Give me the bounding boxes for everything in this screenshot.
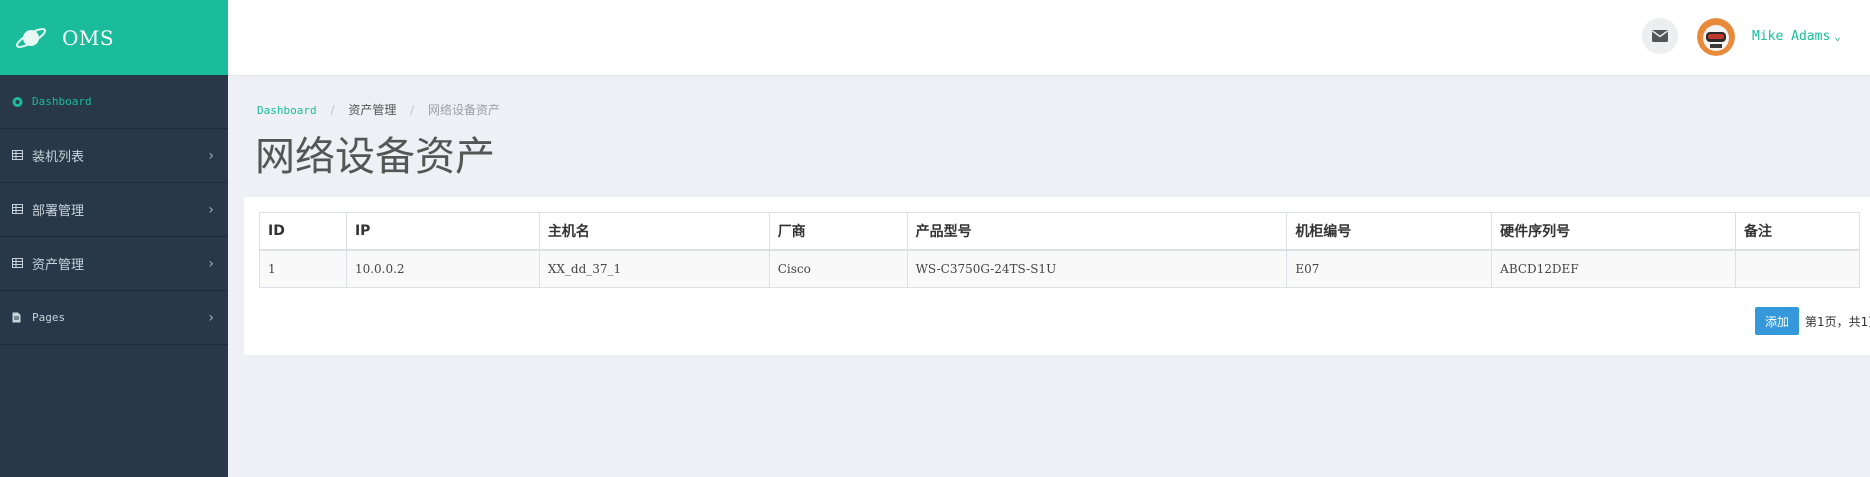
brand-title: OMS — [62, 25, 115, 50]
add-button[interactable]: 添加 — [1755, 307, 1799, 335]
page-title: 网络设备资产 — [255, 134, 495, 180]
sidebar-item-label: 部署管理 — [32, 204, 85, 219]
sidebar-item-label: 资产管理 — [32, 258, 85, 273]
sidebar-item-label: Pages — [32, 311, 66, 324]
chevron-right-icon: › — [208, 147, 214, 164]
breadcrumb-current: 网络设备资产 — [428, 103, 501, 117]
table-header-row: ID IP 主机名 厂商 产品型号 机柜编号 硬件序列号 备注 — [259, 212, 1860, 251]
user-menu[interactable]: Mike Adams ⌄ — [1752, 29, 1841, 44]
breadcrumb-parent[interactable]: 资产管理 — [348, 103, 396, 117]
assets-table: ID IP 主机名 厂商 产品型号 机柜编号 硬件序列号 备注 1 10.0.0… — [259, 212, 1860, 288]
sidebar-item-dashboard[interactable]: Dashboard — [0, 75, 228, 129]
breadcrumb-separator: / — [330, 103, 335, 117]
dashboard-icon — [12, 96, 24, 108]
table-cell-cabinet: E07 — [1286, 249, 1493, 288]
column-header-ip[interactable]: IP — [345, 212, 540, 251]
pagination-text: 第1页，共1页 — [1805, 315, 1870, 329]
top-bar — [228, 0, 1870, 76]
column-header-id[interactable]: ID — [259, 212, 347, 251]
sidebar-item-assets[interactable]: 资产管理 › — [0, 237, 228, 291]
chevron-down-icon: ⌄ — [1834, 30, 1841, 43]
table-cell-id: 1 — [259, 249, 347, 288]
chevron-right-icon: › — [208, 309, 214, 326]
column-header-model[interactable]: 产品型号 — [906, 212, 1288, 251]
column-header-cabinet[interactable]: 机柜编号 — [1286, 212, 1493, 251]
table-row[interactable]: 1 10.0.0.2 XX_dd_37_1 Cisco WS-C3750G-24… — [259, 249, 1860, 288]
table-cell-vendor: Cisco — [768, 249, 908, 288]
table-icon — [12, 257, 24, 270]
column-header-vendor[interactable]: 厂商 — [768, 212, 908, 251]
sidebar-item-label: 装机列表 — [32, 150, 85, 165]
sidebar-item-install-list[interactable]: 装机列表 › — [0, 129, 228, 183]
sidebar-item-pages[interactable]: Pages › — [0, 291, 228, 345]
column-header-hostname[interactable]: 主机名 — [538, 212, 770, 251]
chevron-right-icon: › — [208, 201, 214, 218]
table-cell-ip: 10.0.0.2 — [345, 249, 540, 288]
mail-button[interactable] — [1642, 18, 1678, 54]
breadcrumb: Dashboard / 资产管理 / 网络设备资产 — [257, 101, 500, 118]
avatar[interactable] — [1697, 18, 1735, 56]
file-icon — [12, 312, 24, 324]
planet-logo-icon — [15, 27, 47, 48]
sidebar-item-deploy[interactable]: 部署管理 › — [0, 183, 228, 237]
column-header-serial[interactable]: 硬件序列号 — [1491, 212, 1737, 251]
column-header-notes[interactable]: 备注 — [1735, 212, 1860, 251]
sidebar-item-label: Dashboard — [32, 95, 92, 108]
table-icon — [12, 203, 24, 216]
table-cell-model: WS-C3750G-24TS-S1U — [906, 249, 1288, 288]
content-panel: ID IP 主机名 厂商 产品型号 机柜编号 硬件序列号 备注 1 10.0.0… — [244, 197, 1870, 355]
table-cell-hostname: XX_dd_37_1 — [538, 249, 770, 288]
user-name: Mike Adams — [1752, 29, 1831, 44]
breadcrumb-dashboard-link[interactable]: Dashboard — [257, 104, 317, 117]
envelope-icon — [1652, 30, 1668, 42]
chevron-right-icon: › — [208, 255, 214, 272]
sidebar: OMS Dashboard 装机列表 › 部署管理 › 资产管理 › Pages… — [0, 0, 228, 477]
table-icon — [12, 149, 24, 162]
table-cell-serial: ABCD12DEF — [1491, 249, 1737, 288]
breadcrumb-separator: / — [410, 103, 415, 117]
brand[interactable]: OMS — [0, 0, 228, 75]
table-cell-notes — [1735, 249, 1860, 288]
